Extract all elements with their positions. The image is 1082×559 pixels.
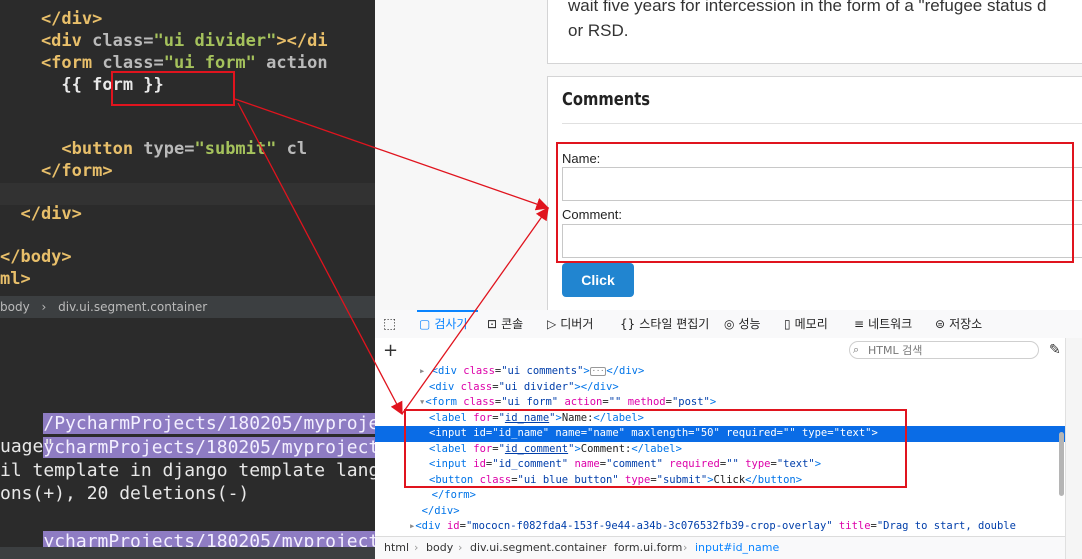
- breadcrumb-separator: ›: [683, 541, 688, 554]
- comments-title: Comments: [562, 89, 651, 110]
- devtools-breadcrumb: html › body › div.ui.segment.container › form.…: [375, 536, 1065, 559]
- terminal-prompt-1: /PycharmProjects/180205/myproject: [0, 388, 375, 434]
- tab-icon: ⊜: [935, 317, 946, 331]
- annotation-box-dom: [404, 409, 907, 488]
- breadcrumb-item[interactable]: input#id_name: [695, 537, 779, 559]
- terminal-path: ycharmProjects/180205/myproject: [43, 437, 375, 458]
- tab-3[interactable]: {} 스타일 편집기: [620, 310, 709, 338]
- click-button[interactable]: Click: [562, 263, 634, 297]
- code-line: ml>: [0, 269, 31, 289]
- tab-icon: ⊡: [487, 317, 498, 331]
- editor-breadcrumb-body[interactable]: body: [0, 300, 30, 314]
- add-node-icon[interactable]: +: [383, 340, 398, 361]
- current-line-highlight: [0, 183, 375, 205]
- tab-label: 검사기: [434, 317, 468, 331]
- article-line: wait five years for intercession in the …: [568, 0, 1047, 15]
- code-line: <div class="ui divider"></di: [0, 31, 328, 51]
- code-line: </div>: [0, 9, 103, 29]
- markup-scrollbar[interactable]: [1059, 432, 1064, 496]
- code-line: </div>: [0, 204, 82, 224]
- divider: [562, 123, 1082, 124]
- tab-label: 성능: [738, 317, 761, 331]
- annotation-box-rendered-form: [556, 142, 1074, 263]
- editor-breadcrumb: body › div.ui.segment.container: [0, 296, 375, 318]
- breadcrumb-separator: ›: [458, 541, 463, 554]
- editor-breadcrumb-sep: ›: [41, 300, 47, 314]
- terminal-prompt-3: ycharmProjects/180205/myproject: [0, 506, 375, 552]
- terminal-panel[interactable]: /PycharmProjects/180205/myproject ycharm…: [0, 318, 375, 559]
- tab-0[interactable]: ▢ 검사기: [419, 310, 467, 338]
- element-picker-icon[interactable]: ⬚: [383, 316, 396, 332]
- eyedropper-icon[interactable]: ✎: [1049, 342, 1061, 358]
- tab-1[interactable]: ⊡ 콘솔: [487, 310, 523, 338]
- dom-node[interactable]: <div class="ui divider"></div>: [375, 380, 1065, 396]
- breadcrumb-separator: ›: [602, 541, 607, 554]
- article-line: or RSD.: [568, 21, 629, 40]
- tab-5[interactable]: ▯ 메모리: [784, 310, 828, 338]
- tab-4[interactable]: ◎ 성능: [724, 310, 761, 338]
- tab-label: 스타일 편집기: [639, 317, 710, 331]
- article-text: wait five years for intercession in the …: [568, 0, 1082, 43]
- dom-node[interactable]: </div>: [375, 504, 1065, 520]
- breadcrumb-item[interactable]: div.ui.segment.container: [470, 537, 607, 559]
- devtools-side-panel: [1065, 338, 1082, 559]
- breadcrumb-separator: ›: [414, 541, 419, 554]
- code-line: <button type="submit" cl: [0, 139, 308, 159]
- tab-icon: ≡: [854, 317, 865, 331]
- tab-icon: ▢: [419, 317, 431, 331]
- code-line: </form>: [0, 161, 113, 181]
- terminal-tab-bar: [0, 547, 375, 559]
- tab-label: 네트워크: [868, 317, 913, 331]
- breadcrumb-item[interactable]: body: [426, 537, 453, 559]
- annotation-box-template: [111, 71, 235, 106]
- dom-node[interactable]: ▸<div id="mococn-f082fda4-153f-9e44-a34b…: [375, 519, 1065, 535]
- tab-7[interactable]: ⊜ 저장소: [935, 310, 982, 338]
- tab-6[interactable]: ≡ 네트워크: [854, 310, 912, 338]
- code-editor[interactable]: </div> <div class="ui divider"></di <for…: [0, 0, 375, 296]
- devtools-subbar: + ⌕ HTML 검색 ✎: [375, 338, 1082, 365]
- terminal-prompt-2: ycharmProjects/180205/myproject: [0, 412, 375, 458]
- tab-label: 디버거: [560, 317, 594, 331]
- article-segment: wait five years for intercession in the …: [547, 0, 1082, 64]
- breadcrumb-item[interactable]: form.ui.form: [614, 537, 682, 559]
- tab-label: 저장소: [949, 317, 983, 331]
- tab-icon: ▯: [784, 317, 791, 331]
- terminal-output-line: il template in django template lang: [0, 460, 375, 481]
- tab-icon: {}: [620, 317, 636, 331]
- editor-breadcrumb-container[interactable]: div.ui.segment.container: [58, 300, 207, 314]
- tab-2[interactable]: ▷ 디버거: [547, 310, 593, 338]
- terminal-output-line: ons(+), 20 deletions(-): [0, 483, 250, 504]
- tab-label: 콘솔: [501, 317, 524, 331]
- terminal-output-line: uage": [0, 436, 55, 457]
- tab-icon: ◎: [724, 317, 735, 331]
- devtools-toolbar: ⬚ ▢ 검사기 ⊡ 콘솔 ▷ 디버거 {} 스타일 편집기 ◎ 성능 ▯ 메모리 ≡ 네트워크 ⊜ 저장소: [375, 310, 1082, 339]
- breadcrumb-item[interactable]: html: [384, 537, 409, 559]
- tab-icon: ▷: [547, 317, 557, 331]
- tab-label: 메모리: [794, 317, 828, 331]
- dom-node[interactable]: ▸ <div class="ui comments"> ··· </div>: [375, 364, 1065, 380]
- dom-node[interactable]: </form>: [375, 488, 1065, 504]
- code-line: </body>: [0, 247, 72, 267]
- html-search-input[interactable]: HTML 검색: [849, 341, 1039, 359]
